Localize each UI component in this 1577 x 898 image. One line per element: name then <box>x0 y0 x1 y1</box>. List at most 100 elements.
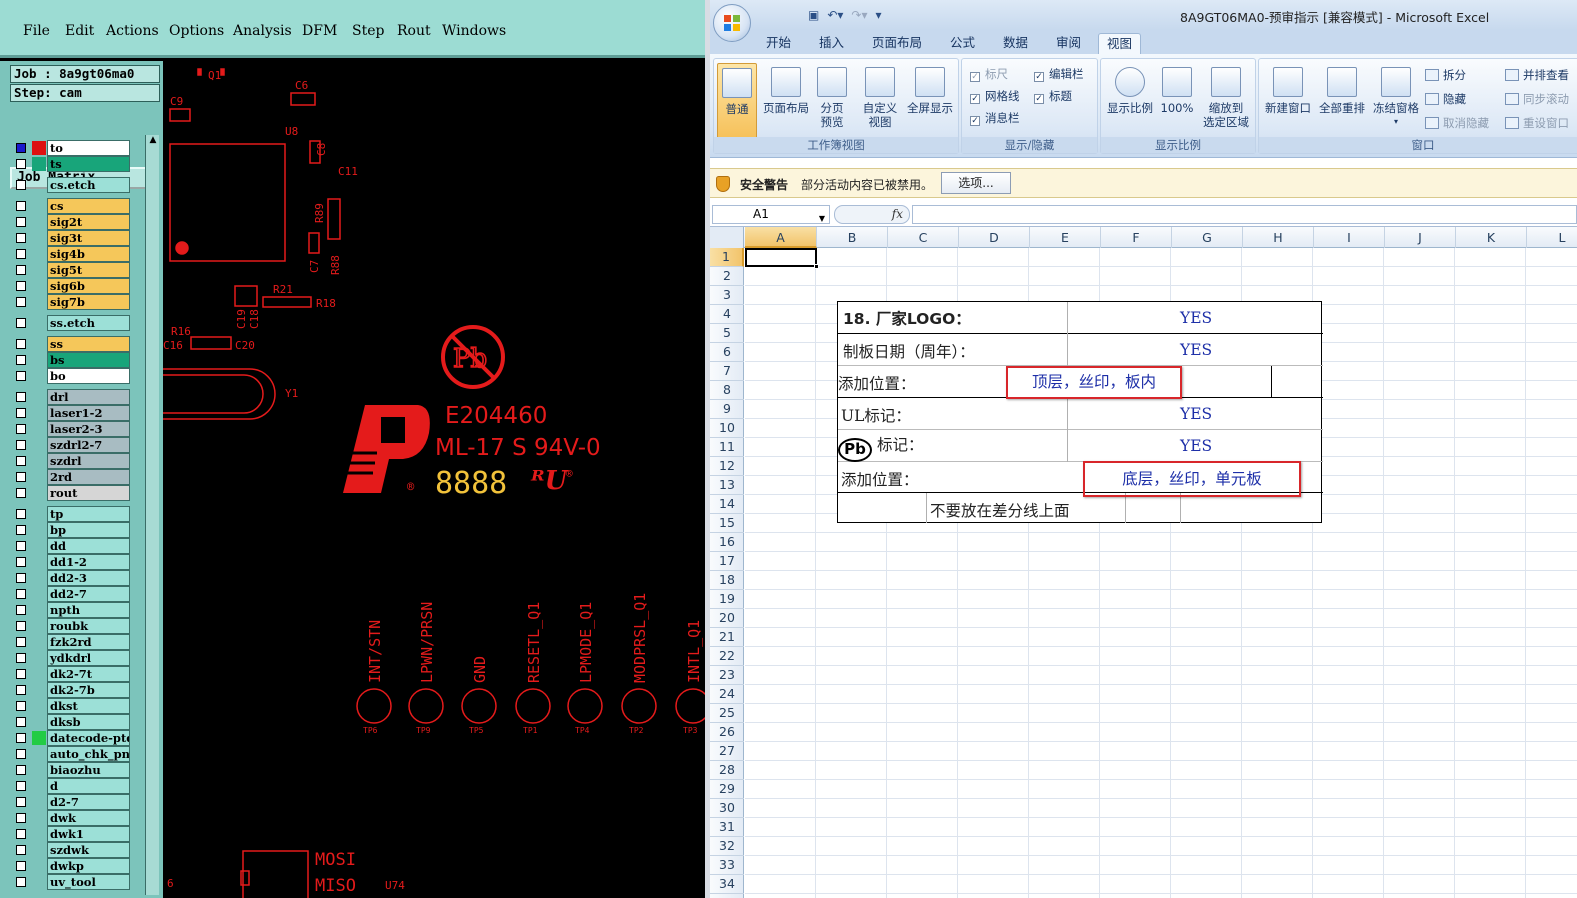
layer-checkbox[interactable] <box>16 217 26 227</box>
pcb-graphic-canvas[interactable]: Q1 C6 C9 U8 C8 C11 R89 C7 R88 R21 R18 R1… <box>163 61 705 898</box>
layer-checkbox[interactable] <box>16 541 26 551</box>
layer-checkbox[interactable] <box>16 861 26 871</box>
layer-name[interactable]: d <box>47 778 130 794</box>
layer-checkbox[interactable] <box>16 557 26 567</box>
layer-checkbox[interactable] <box>16 355 26 365</box>
layer-name[interactable]: dwkp <box>47 858 130 874</box>
menu-analysis[interactable]: Analysis <box>233 23 292 39</box>
column-header-a[interactable]: A <box>745 227 817 248</box>
zoom-to-selection-button[interactable]: 缩放到 选定区域 <box>1199 63 1253 129</box>
layer-name[interactable]: sig2t <box>47 214 130 230</box>
save-icon[interactable]: ▣ <box>808 8 819 22</box>
layer-name[interactable]: biaozhu <box>47 762 130 778</box>
layer-checkbox[interactable] <box>16 392 26 402</box>
unhide-button[interactable]: 取消隐藏 <box>1425 115 1489 131</box>
layer-checkbox[interactable] <box>16 845 26 855</box>
layer-row-dk2-7b[interactable]: dk2-7b <box>12 682 132 698</box>
layer-row-szdrl2-7[interactable]: szdrl2-7 <box>12 437 132 453</box>
new-window-button[interactable]: 新建窗口 <box>1262 63 1314 115</box>
layer-name[interactable]: cs.etch <box>47 177 130 193</box>
layer-row-drl[interactable]: drl <box>12 389 132 405</box>
customize-qat-icon[interactable]: ▾ <box>876 8 882 22</box>
layer-checkbox[interactable] <box>16 424 26 434</box>
active-cell-a1[interactable] <box>745 248 819 269</box>
layer-row-dd2-3[interactable]: dd2-3 <box>12 570 132 586</box>
row-header-31[interactable]: 31 <box>710 818 744 837</box>
layer-name[interactable]: uv_tool <box>47 874 130 890</box>
layer-checkbox[interactable] <box>16 180 26 190</box>
layer-row-dwkp[interactable]: dwkp <box>12 858 132 874</box>
layer-row-sig2t[interactable]: sig2t <box>12 214 132 230</box>
row-header-20[interactable]: 20 <box>710 609 744 628</box>
row-header-25[interactable]: 25 <box>710 704 744 723</box>
layer-checkbox[interactable] <box>16 339 26 349</box>
layer-row-rout[interactable]: rout <box>12 485 132 501</box>
layer-row-dd1-2[interactable]: dd1-2 <box>12 554 132 570</box>
row-header-21[interactable]: 21 <box>710 628 744 647</box>
layer-checkbox[interactable] <box>16 472 26 482</box>
layer-name[interactable]: tp <box>47 506 130 522</box>
menu-file[interactable]: File <box>23 23 50 39</box>
options-button[interactable]: 选项... <box>941 172 1011 194</box>
layer-name[interactable]: drl <box>47 389 130 405</box>
layer-row-ts[interactable]: ts <box>12 156 132 172</box>
layer-checkbox[interactable] <box>16 318 26 328</box>
layer-row-tp[interactable]: tp <box>12 506 132 522</box>
row-header-13[interactable]: 13 <box>710 476 744 495</box>
layer-checkbox[interactable] <box>16 265 26 275</box>
layer-checkbox[interactable] <box>16 829 26 839</box>
menu-dfm[interactable]: DFM <box>302 23 337 39</box>
layer-name[interactable]: sig6b <box>47 278 130 294</box>
row-header-23[interactable]: 23 <box>710 666 744 685</box>
row-header-1[interactable]: 1 <box>710 248 744 267</box>
layer-checkbox[interactable] <box>16 488 26 498</box>
freeze-panes-button[interactable]: 冻结窗格 ▾ <box>1370 63 1422 129</box>
layer-checkbox[interactable] <box>16 669 26 679</box>
column-header-d[interactable]: D <box>959 227 1030 248</box>
layer-checkbox[interactable] <box>16 371 26 381</box>
fill-handle[interactable] <box>814 264 819 269</box>
column-header-c[interactable]: C <box>888 227 959 248</box>
menu-windows[interactable]: Windows <box>442 23 506 39</box>
row-header-17[interactable]: 17 <box>710 552 744 571</box>
layer-checkbox[interactable] <box>16 573 26 583</box>
row-header-7[interactable]: 7 <box>710 362 744 381</box>
layer-name[interactable]: to <box>47 140 130 156</box>
view-side-by-side-button[interactable]: 并排查看 <box>1505 67 1569 83</box>
menu-rout[interactable]: Rout <box>397 23 431 39</box>
layer-row-biaozhu[interactable]: biaozhu <box>12 762 132 778</box>
layer-checkbox[interactable] <box>16 525 26 535</box>
layer-row-sig5t[interactable]: sig5t <box>12 262 132 278</box>
menu-edit[interactable]: Edit <box>65 23 94 39</box>
message-bar-checkbox[interactable]: ✓ 消息栏 <box>970 110 1020 126</box>
layer-name[interactable]: 2rd <box>47 469 130 485</box>
layer-name[interactable]: sig4b <box>47 246 130 262</box>
layer-checkbox[interactable] <box>16 605 26 615</box>
row-header-2[interactable]: 2 <box>710 267 744 286</box>
row-header-11[interactable]: 11 <box>710 438 744 457</box>
layer-checkbox[interactable] <box>16 685 26 695</box>
layer-row-roubk[interactable]: roubk <box>12 618 132 634</box>
layer-row-d[interactable]: d <box>12 778 132 794</box>
layer-name[interactable]: ss <box>47 336 130 352</box>
chevron-down-icon[interactable]: ▼ <box>819 210 825 227</box>
scroll-up-icon[interactable]: ▲ <box>146 135 160 147</box>
row-header-8[interactable]: 8 <box>710 381 744 400</box>
layer-name[interactable]: sig7b <box>47 294 130 310</box>
layer-checkbox[interactable] <box>16 717 26 727</box>
layer-name[interactable]: sig5t <box>47 262 130 278</box>
layer-checkbox[interactable] <box>16 589 26 599</box>
row-header-15[interactable]: 15 <box>710 514 744 533</box>
row-header-6[interactable]: 6 <box>710 343 744 362</box>
menu-options[interactable]: Options <box>169 23 224 39</box>
layer-row-sig7b[interactable]: sig7b <box>12 294 132 310</box>
layer-name[interactable]: d2-7 <box>47 794 130 810</box>
layer-name[interactable]: dd2-3 <box>47 570 130 586</box>
column-header-j[interactable]: J <box>1385 227 1456 248</box>
layer-checkbox[interactable] <box>16 233 26 243</box>
row-header-14[interactable]: 14 <box>710 495 744 514</box>
menu-actions[interactable]: Actions <box>106 23 159 39</box>
layer-checkbox[interactable] <box>16 143 26 153</box>
row-header-32[interactable]: 32 <box>710 837 744 856</box>
layer-row-uv_tool[interactable]: uv_tool <box>12 874 132 890</box>
